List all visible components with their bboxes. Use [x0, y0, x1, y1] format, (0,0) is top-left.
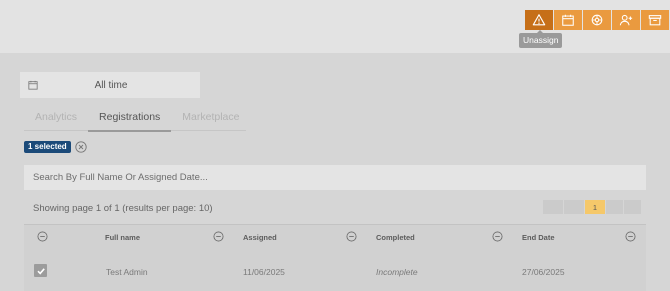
date-range-value: All time	[94, 79, 128, 91]
add-user-icon	[619, 14, 633, 26]
cell-completed: Incomplete	[376, 267, 418, 277]
tab-registrations[interactable]: Registrations	[88, 108, 172, 132]
cell-full-name: Test Admin	[106, 267, 148, 277]
settings-button[interactable]	[583, 10, 611, 30]
first-page-button[interactable]	[543, 200, 563, 214]
paging-info: Showing page 1 of 1 (results per page: 1…	[33, 203, 213, 214]
cell-end-date: 27/06/2025	[522, 267, 565, 277]
select-all-icon[interactable]	[37, 231, 48, 242]
column-header-assigned[interactable]: Assigned	[243, 233, 277, 242]
unassign-button[interactable]	[525, 10, 553, 30]
prev-page-button[interactable]	[564, 200, 584, 214]
tab-marketplace[interactable]: Marketplace	[171, 108, 250, 130]
search-input[interactable]	[24, 165, 646, 190]
action-toolbar	[525, 10, 669, 30]
tab-bar: Analytics Registrations Marketplace	[24, 108, 246, 132]
page-number-button[interactable]: 1	[585, 200, 605, 214]
column-header-end-date[interactable]: End Date	[522, 233, 555, 242]
column-header-completed[interactable]: Completed	[376, 233, 415, 242]
column-menu-icon[interactable]	[492, 231, 503, 242]
next-page-button[interactable]	[606, 200, 623, 214]
row-checkbox[interactable]	[34, 264, 47, 277]
column-menu-icon[interactable]	[625, 231, 636, 242]
date-range-filter[interactable]: All time	[20, 72, 200, 98]
column-menu-icon[interactable]	[346, 231, 357, 242]
column-menu-icon[interactable]	[213, 231, 224, 242]
selected-count-badge: 1 selected	[24, 141, 71, 153]
pagination: 1	[543, 200, 641, 214]
archive-icon	[648, 15, 662, 26]
calendar-icon	[562, 14, 574, 26]
checkmark-icon	[36, 267, 45, 275]
schedule-button[interactable]	[554, 10, 582, 30]
last-page-button[interactable]	[624, 200, 641, 214]
warning-icon	[532, 14, 546, 26]
registrations-table: Full name Assigned Completed End Date Te…	[24, 224, 646, 291]
settings-cog-icon	[591, 14, 603, 26]
assign-user-button[interactable]	[612, 10, 640, 30]
selection-summary: 1 selected	[24, 141, 87, 153]
cell-assigned: 11/06/2025	[243, 267, 285, 277]
tab-analytics[interactable]: Analytics	[24, 108, 88, 130]
calendar-icon	[28, 80, 38, 90]
column-header-full-name[interactable]: Full name	[105, 233, 140, 242]
unassign-tooltip: Unassign	[519, 30, 563, 48]
archive-button[interactable]	[641, 10, 669, 30]
clear-selection-icon[interactable]	[75, 141, 87, 153]
